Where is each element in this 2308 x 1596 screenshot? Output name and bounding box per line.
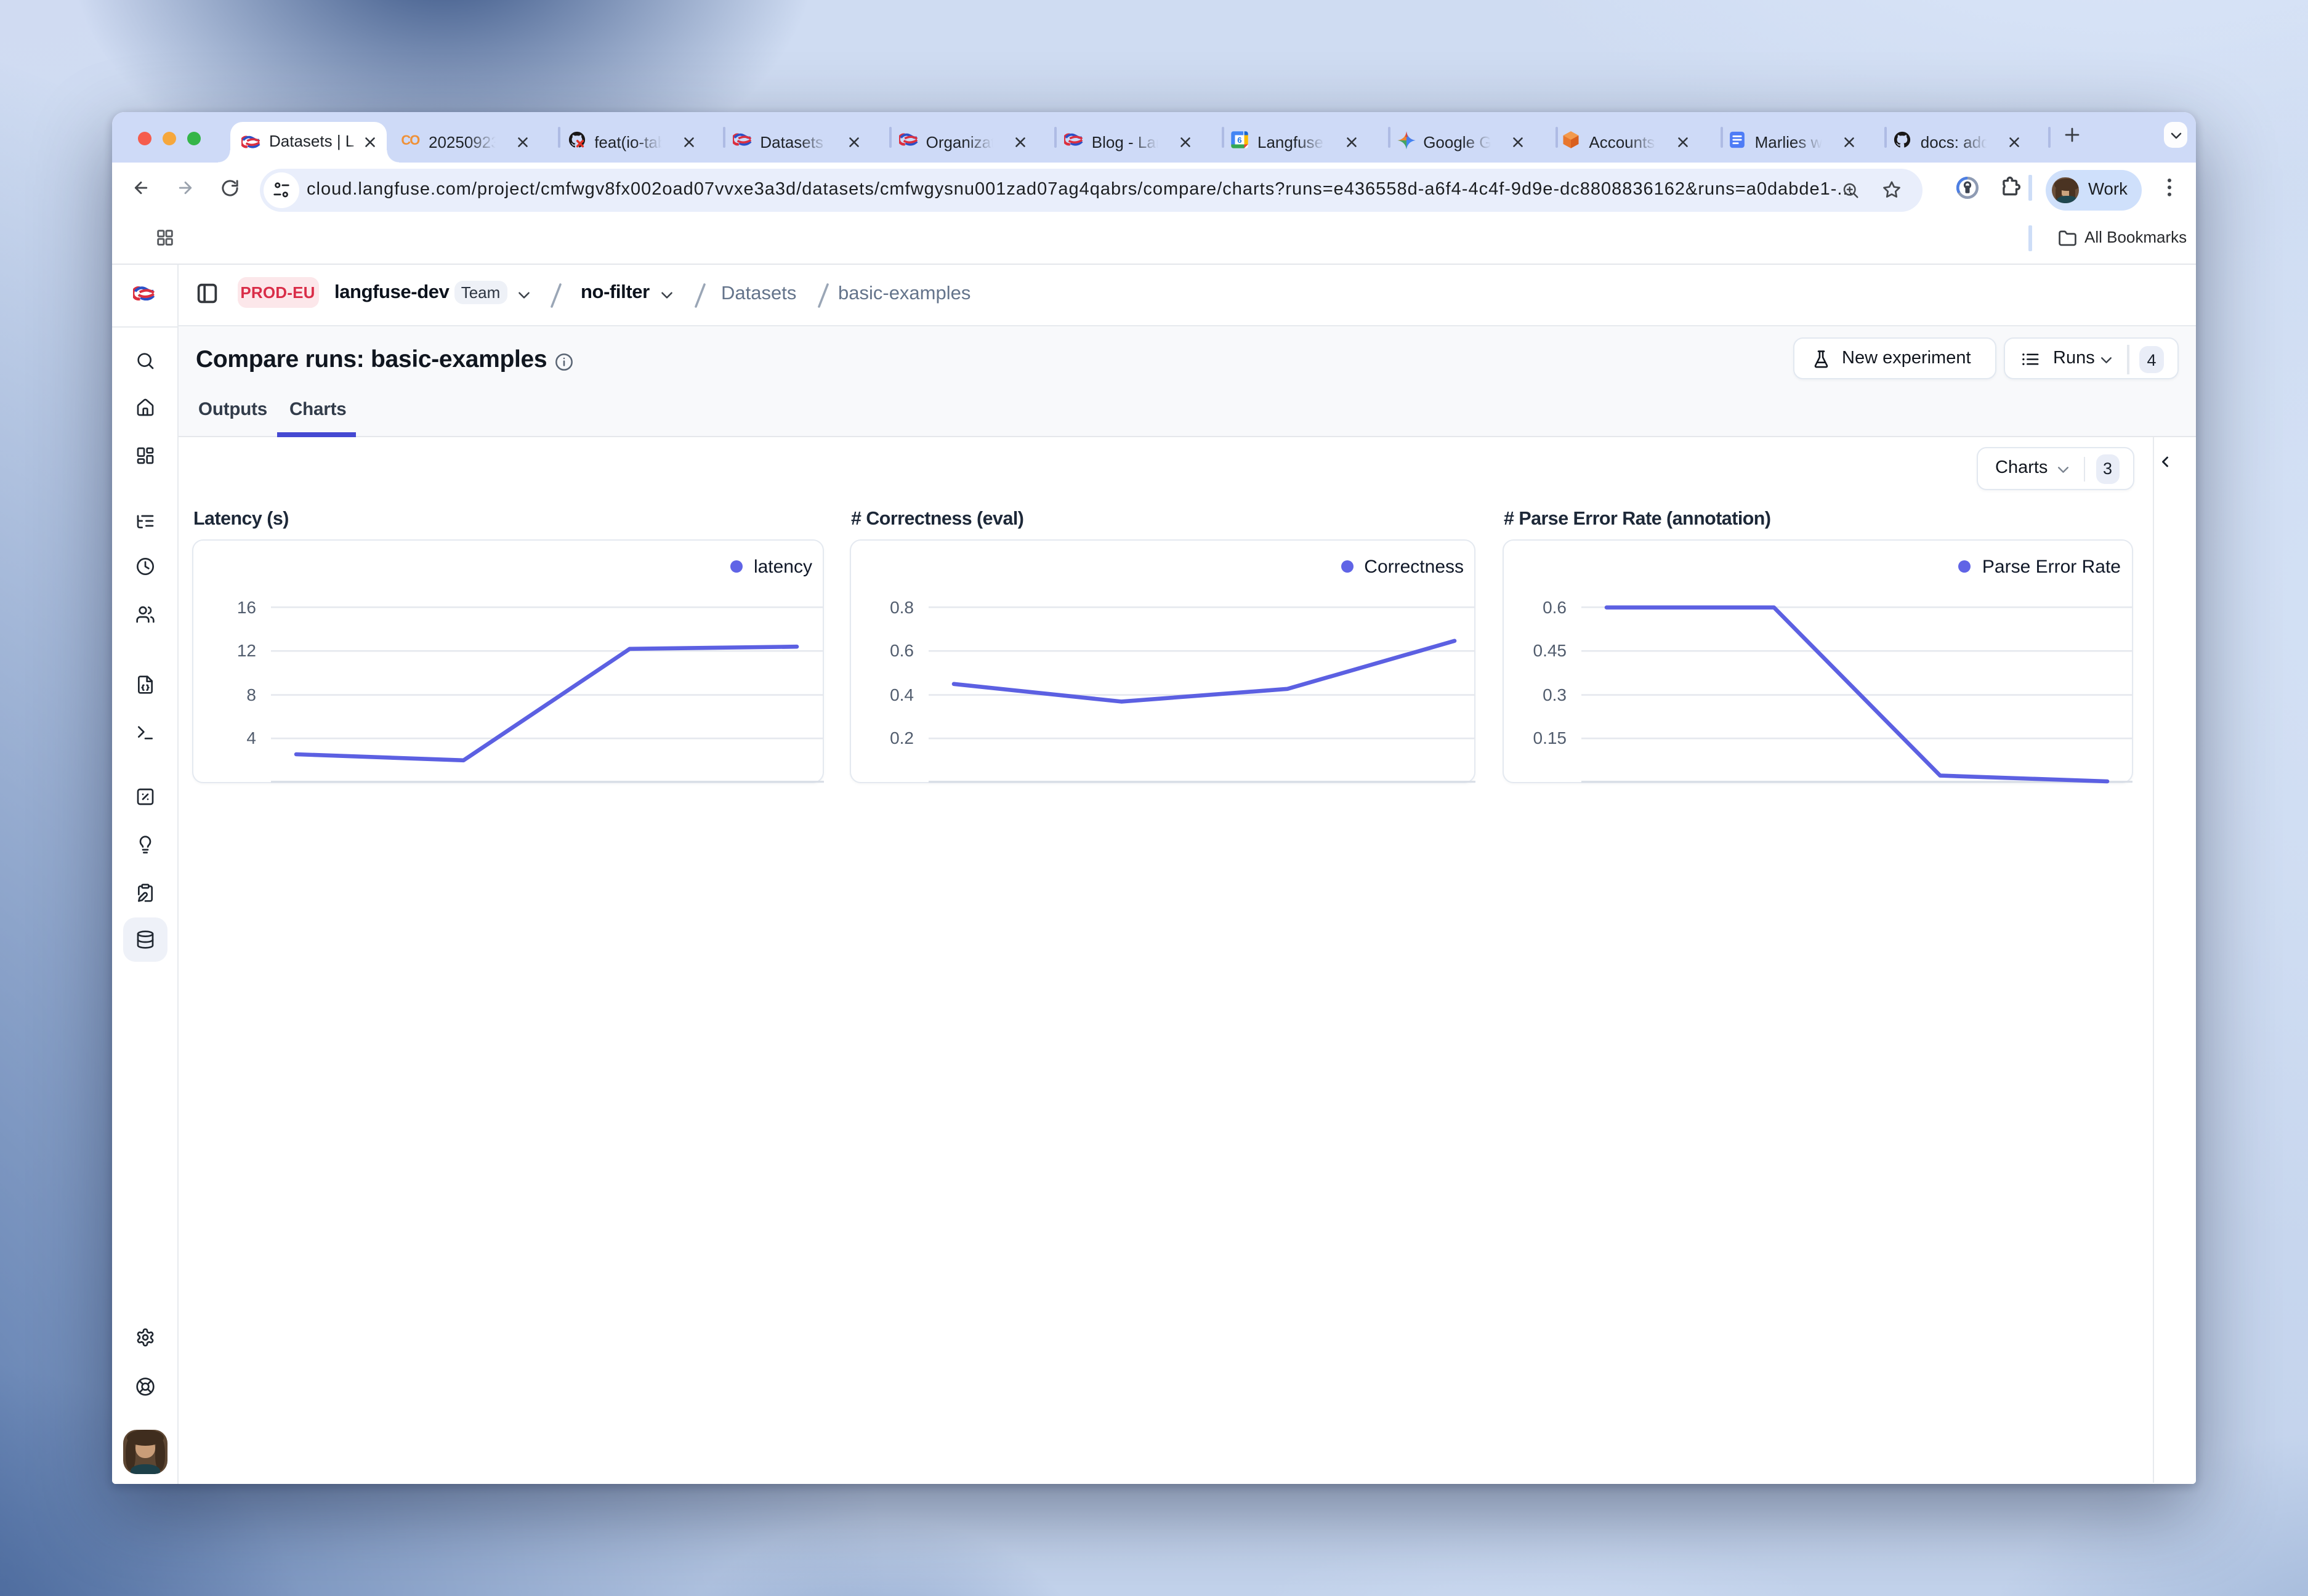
svg-text:CO: CO	[401, 132, 420, 147]
svg-text:6: 6	[1237, 135, 1241, 144]
